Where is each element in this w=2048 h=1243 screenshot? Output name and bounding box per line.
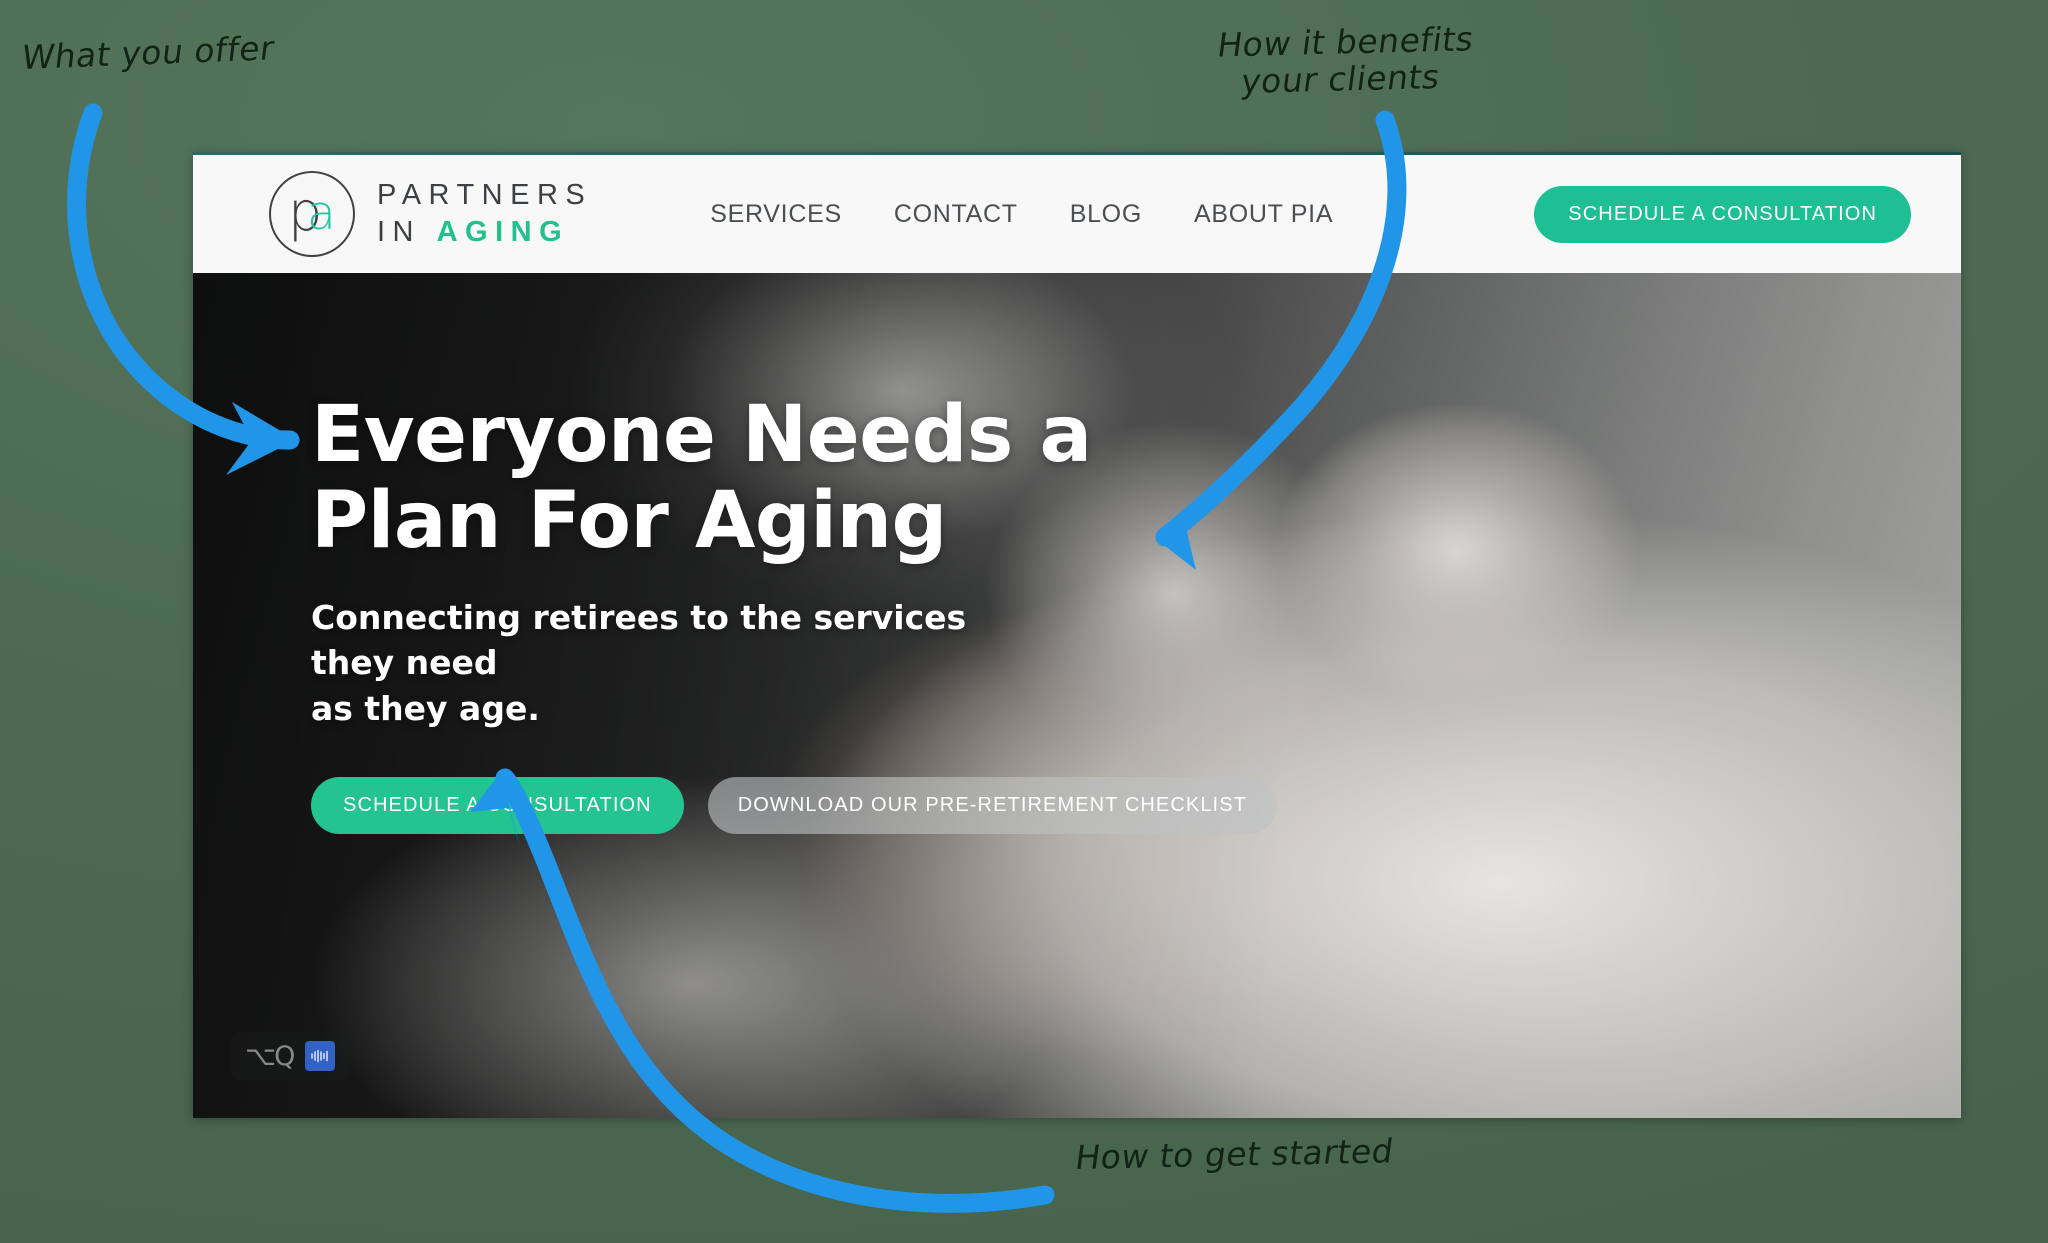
- logo-word-aging: AGING: [436, 216, 570, 248]
- hero-schedule-consultation-button[interactable]: SCHEDULE A CONSULTATION: [311, 777, 684, 835]
- nav-item-services[interactable]: SERVICES: [710, 200, 842, 229]
- header-schedule-consultation-button[interactable]: SCHEDULE A CONSULTATION: [1534, 185, 1911, 243]
- hero-subheadline: Connecting retirees to the services they…: [311, 597, 967, 728]
- main-navigation: SERVICES CONTACT BLOG ABOUT PIA: [710, 200, 1333, 229]
- nav-item-blog[interactable]: BLOG: [1070, 200, 1142, 229]
- logo-word-in: IN: [377, 216, 437, 248]
- logo-line-partners: PARTNERS: [377, 179, 593, 211]
- hero-download-checklist-button[interactable]: DOWNLOAD OUR PRE-RETIREMENT CHECKLIST: [707, 777, 1277, 835]
- nav-item-about-pia[interactable]: ABOUT PIA: [1194, 200, 1333, 229]
- nav-item-contact[interactable]: CONTACT: [894, 200, 1018, 229]
- annotation-how-to-get-started: How to get started: [1072, 1131, 1397, 1178]
- waveform-icon[interactable]: [305, 1041, 336, 1071]
- annotated-canvas: What you offer How it benefits your clie…: [0, 0, 2048, 1243]
- site-logo[interactable]: p a PARTNERS IN AGING: [269, 171, 592, 257]
- website-preview-card: p a PARTNERS IN AGING SERVICES CONTACT B…: [193, 152, 1961, 1118]
- logo-letter-a: a: [307, 186, 336, 241]
- accessibility-glyph-icon: ⌥Q: [245, 1040, 295, 1072]
- logo-line-in-aging: IN AGING: [377, 216, 592, 249]
- hero-headline: Everyone Needs a Plan For Aging: [311, 390, 1092, 566]
- hero-button-group: SCHEDULE A CONSULTATION DOWNLOAD OUR PRE…: [311, 777, 1277, 835]
- logo-mark-icon: p a: [269, 171, 355, 257]
- annotation-how-it-benefits-your-clients: How it benefits your clients: [1215, 19, 1477, 101]
- accessibility-widget[interactable]: ⌥Q: [231, 1032, 350, 1080]
- hero-content: Everyone Needs a Plan For Aging Connecti…: [311, 390, 1277, 835]
- hero-section: Everyone Needs a Plan For Aging Connecti…: [193, 273, 1961, 1118]
- logo-wordmark: PARTNERS IN AGING: [377, 179, 592, 249]
- site-header: p a PARTNERS IN AGING SERVICES CONTACT B…: [193, 155, 1961, 273]
- annotation-what-you-offer: What you offer: [19, 28, 277, 78]
